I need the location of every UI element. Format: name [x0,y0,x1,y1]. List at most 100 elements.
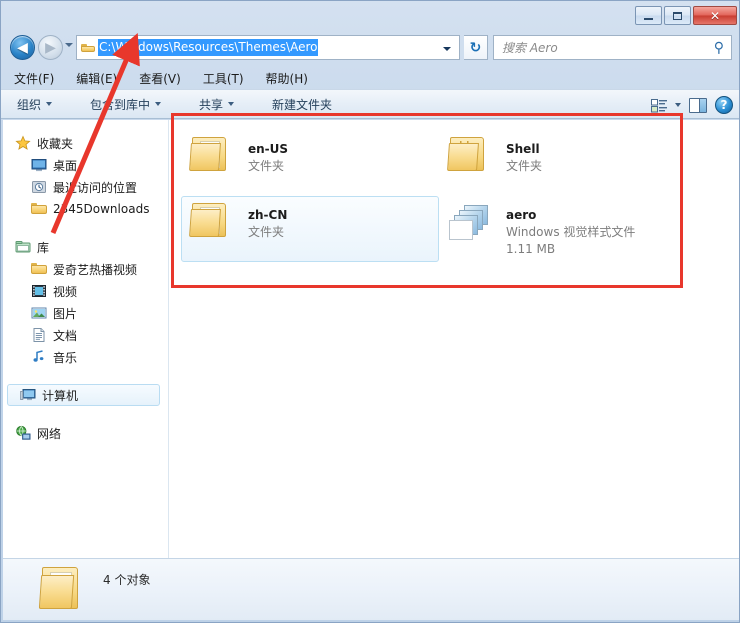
file-item-en-us[interactable]: en-US 文件夹 [181,130,439,196]
preview-pane-icon[interactable] [689,97,707,113]
network-icon [15,425,31,441]
folder-icon [81,42,95,54]
file-item-aero[interactable]: aero Windows 视觉样式文件 1.11 MB [439,196,697,262]
file-list-pane[interactable]: en-US 文件夹 Shell 文件夹 zh-CN 文件夹 aero Windo… [169,120,739,558]
view-chevron-down-icon[interactable] [675,103,681,107]
search-icon: ⚲ [713,40,724,56]
minimize-icon [644,17,653,20]
file-type: 文件夹 [248,159,285,173]
sidebar-item-iqiyi-videos[interactable]: 爱奇艺热播视频 [3,258,168,280]
sidebar-item-pictures[interactable]: 图片 [3,302,168,324]
sidebar-label-libraries: 库 [37,240,50,255]
pictures-icon [31,305,47,321]
status-bar: 4 个对象 [3,558,739,620]
organize-button[interactable]: 组织 [9,93,60,116]
sidebar-group-libraries[interactable]: 库 [3,236,168,258]
file-type: Windows 视觉样式文件 [506,225,636,239]
video-icon [31,283,47,299]
forward-button[interactable]: ▶ [38,35,63,60]
sidebar-item-documents[interactable]: 文档 [3,324,168,346]
sidebar-item-desktop[interactable]: 桌面 [3,154,168,176]
address-chevron-down-icon[interactable] [443,47,451,51]
toolbar-right-group: ? [651,90,733,120]
address-input[interactable]: C:\Windows\Resources\Themes\Aero [76,35,460,60]
change-view-icon[interactable] [651,98,667,113]
sidebar-label-recent-places: 最近访问的位置 [53,180,138,195]
new-folder-label: 新建文件夹 [272,97,333,112]
maximize-button[interactable] [664,6,691,25]
theme-file-icon [448,203,494,249]
file-name: Shell [506,142,540,156]
explorer-window: ✕ ◀ ▶ C:\Windows\Resources\Themes\Aero ↻… [0,0,740,623]
desktop-icon [31,157,47,173]
file-size: 1.11 MB [506,242,556,256]
menu-bar: 文件(F) 编辑(E) 查看(V) 工具(T) 帮助(H) [1,67,739,89]
new-folder-button[interactable]: 新建文件夹 [264,93,340,116]
sidebar-item-recent-places[interactable]: 最近访问的位置 [3,176,168,198]
chevron-down-icon [228,102,235,106]
sidebar-label-desktop: 桌面 [53,158,78,173]
minimize-button[interactable] [635,6,662,25]
sidebar-label-favorites: 收藏夹 [37,136,74,151]
sidebar-item-music[interactable]: 音乐 [3,346,168,368]
sidebar-label-2345downloads: 2345Downloads [53,202,150,216]
chevron-down-icon [155,102,162,106]
computer-icon [20,387,36,403]
menu-item-tools[interactable]: 工具(T) [200,69,247,88]
file-type: 文件夹 [248,225,285,239]
menu-item-help[interactable]: 帮助(H) [263,69,311,88]
sidebar-label-documents: 文档 [53,328,78,343]
sidebar-label-pictures: 图片 [53,306,78,321]
sidebar-item-computer[interactable]: 计算机 [7,384,160,406]
back-arrow-icon: ◀ [17,39,28,56]
file-name: en-US [248,142,289,156]
menu-item-view[interactable]: 查看(V) [136,69,184,88]
folder-icon [38,567,85,613]
command-toolbar: 组织 包含到库中 共享 新建文件夹 ? [1,89,739,120]
recent-places-icon [31,179,47,195]
menu-item-edit[interactable]: 编辑(E) [73,69,120,88]
share-button[interactable]: 共享 [191,93,242,116]
back-button[interactable]: ◀ [10,35,35,60]
folder-icon [31,201,47,217]
refresh-button[interactable]: ↻ [464,35,488,60]
sidebar-item-videos[interactable]: 视频 [3,280,168,302]
folder-icon [31,261,47,277]
close-button[interactable]: ✕ [693,6,737,25]
include-in-library-label: 包含到库中 [90,97,151,112]
sidebar-label-computer: 计算机 [42,388,79,403]
file-grid: en-US 文件夹 Shell 文件夹 zh-CN 文件夹 aero Windo… [181,130,731,262]
documents-icon [31,327,47,343]
sidebar-label-iqiyi-videos: 爱奇艺热播视频 [53,262,138,277]
help-icon[interactable]: ? [715,96,733,114]
sidebar-label-network: 网络 [37,426,62,441]
sidebar-label-videos: 视频 [53,284,78,299]
file-name: aero [506,208,537,222]
file-name: zh-CN [248,208,288,222]
address-path-text: C:\Windows\Resources\Themes\Aero [98,39,319,56]
menu-item-file[interactable]: 文件(F) [11,69,57,88]
navigation-pane[interactable]: 收藏夹 桌面 最近访问的位置 2345Downloads 库 爱奇艺热播视频 视… [3,120,169,558]
file-item-zh-cn[interactable]: zh-CN 文件夹 [181,196,439,262]
sidebar-item-network[interactable]: 网络 [3,422,168,444]
search-input[interactable]: 搜索 Aero ⚲ [493,35,732,60]
sidebar-item-2345downloads[interactable]: 2345Downloads [3,198,168,220]
folder-multi-icon [447,137,494,183]
include-in-library-button[interactable]: 包含到库中 [82,93,169,116]
window-controls: ✕ [635,6,737,25]
sidebar-label-music: 音乐 [53,350,78,365]
recent-locations-chevron-icon[interactable] [65,43,73,47]
search-placeholder: 搜索 Aero [502,41,558,55]
share-label: 共享 [199,97,224,112]
library-icon [15,239,31,255]
file-item-shell[interactable]: Shell 文件夹 [439,130,697,196]
explorer-body: 收藏夹 桌面 最近访问的位置 2345Downloads 库 爱奇艺热播视频 视… [3,120,739,558]
title-bar: ✕ [1,1,739,29]
sidebar-group-favorites[interactable]: 收藏夹 [3,132,168,154]
address-bar-row: ◀ ▶ C:\Windows\Resources\Themes\Aero ↻ 搜… [1,31,739,65]
file-type: 文件夹 [506,159,543,173]
close-icon: ✕ [709,8,721,23]
